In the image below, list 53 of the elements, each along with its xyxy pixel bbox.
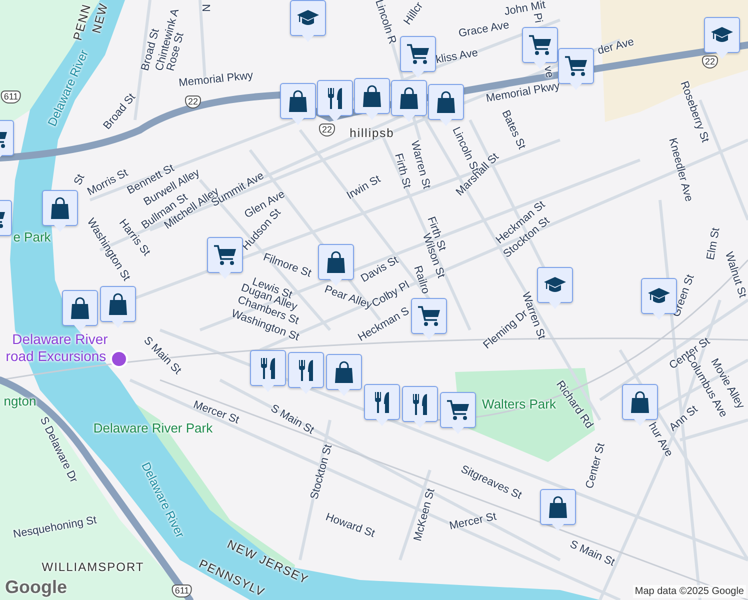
shopping-bag-icon [68,296,92,320]
street-label: Pi [530,12,544,24]
park-label: ngton [4,394,36,408]
street-label: Center St [584,442,608,490]
street-label: S Main St [268,403,316,437]
street-label: Walnut St [722,250,748,300]
shopping-cart-icon [528,33,552,57]
street-label: Davis St [360,255,400,285]
shopping-bag-icon [286,89,310,113]
shopping-cart-icon [406,42,430,66]
street-label: Ann St [668,404,700,434]
shopping-bag-icon [434,90,458,114]
street-label: N [200,4,210,12]
street-label: Pear Alley [322,284,374,312]
street-label: Bates St [499,108,527,152]
shopping-cart-icon [417,304,441,328]
shopping-cart-icon [564,54,588,78]
street-label: Mercer St [448,512,498,532]
shopping-bag-icon [546,495,570,519]
state-label: NEW [90,1,110,35]
google-logo[interactable]: Google [5,577,67,598]
park-label: Walters Park [482,398,556,410]
shopping-bag-icon [628,390,652,414]
street-label: McKeen St [412,488,438,542]
street-label: S Main St [568,539,616,569]
shopping-bag-icon [332,360,356,384]
state-label: PENN [71,2,93,42]
shopping-bag-icon [397,86,421,110]
map-attribution: Map data ©2025 Google [632,585,746,598]
street-label: Grace Ave [458,20,510,40]
shopping-bag-icon [360,84,384,108]
shopping-bag-icon [106,292,130,316]
street-label: ve [542,65,554,79]
street-label: Stockton St [309,443,335,501]
street-label: kliss Ave [435,48,479,66]
street-label: Memorial Pkwy [178,70,254,90]
park-label: Delaware River Park [93,422,213,434]
shopping-cart-icon [213,243,237,267]
shopping-bag-icon [324,250,348,274]
shopping-cart-icon [446,398,470,422]
town-label: hillipsb [350,127,394,139]
street-label: Elm St [706,227,722,261]
street-label: Irwin St [345,174,383,202]
town-label: WILLIAMSPORT [42,561,144,573]
street-label: St [72,172,88,188]
shopping-bag-icon [48,196,72,220]
street-label: Kneedler Ave [666,137,694,203]
street-label: der Ave [596,36,636,58]
street-label: Memorial Pkwy [485,81,561,105]
park-label: e Park [13,230,51,244]
street-label: Nesquehoning St [12,515,98,541]
street-label: Firth St [392,152,412,190]
street-label: Railro [411,264,431,296]
